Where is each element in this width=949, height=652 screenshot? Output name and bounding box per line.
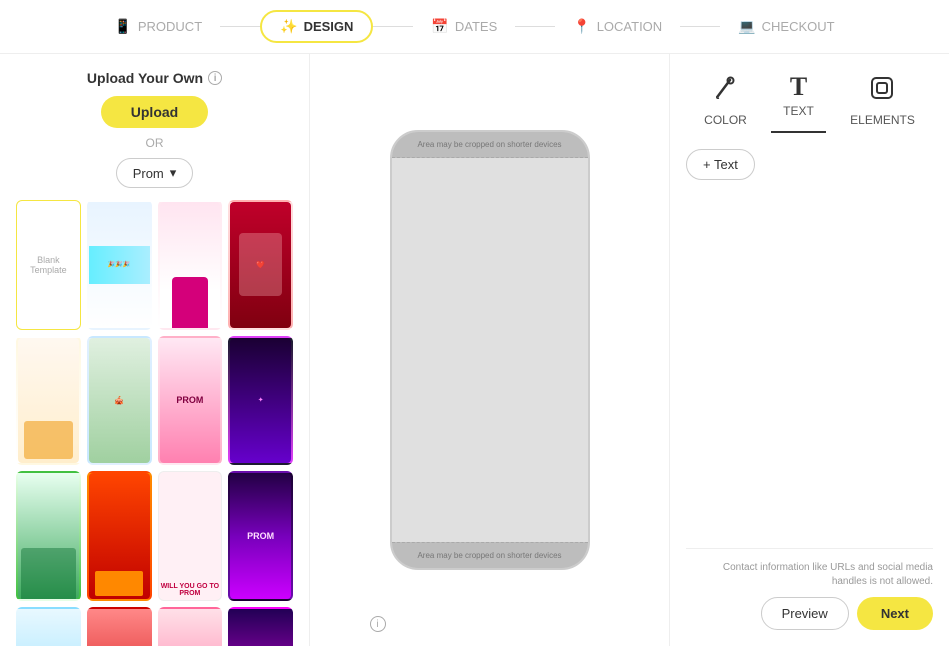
template-item[interactable]: [158, 607, 223, 647]
nav-connector-2: [373, 26, 413, 27]
crop-bottom-message: Area may be cropped on shorter devices: [392, 542, 588, 568]
template-item[interactable]: 🎉🎉🎉: [87, 200, 152, 330]
add-text-button[interactable]: + Text: [686, 149, 755, 180]
template-item[interactable]: [16, 471, 81, 601]
info-icon[interactable]: i: [370, 616, 386, 632]
tab-text[interactable]: T TEXT: [771, 70, 826, 133]
nav-step-dates[interactable]: 📅 DATES: [413, 12, 515, 41]
bottom-actions: Contact information like URLs and social…: [686, 548, 933, 630]
text-label: TEXT: [783, 104, 814, 118]
nav-connector-4: [680, 26, 720, 27]
template-item[interactable]: 🌟: [228, 607, 293, 647]
checkout-label: CHECKOUT: [762, 19, 835, 34]
or-text: OR: [16, 136, 293, 150]
preview-button[interactable]: Preview: [761, 597, 849, 630]
template-item[interactable]: [158, 200, 223, 330]
checkout-icon: 💻: [738, 18, 755, 35]
location-icon: 📍: [573, 18, 590, 35]
nav-connector-3: [515, 26, 555, 27]
dates-icon: 📅: [431, 18, 448, 35]
disclaimer-text: Contact information like URLs and social…: [686, 561, 933, 589]
template-item[interactable]: PROM: [228, 471, 293, 601]
design-label: DESIGN: [304, 19, 354, 34]
spacer: [686, 180, 933, 548]
main-layout: Upload Your Own i Upload OR Prom ▾ Blank…: [0, 54, 949, 646]
blank-template-label: Blank Template: [30, 255, 67, 275]
template-item[interactable]: [87, 607, 152, 647]
template-blank[interactable]: Blank Template: [16, 200, 81, 330]
nav-step-design[interactable]: ✨ DESIGN: [260, 10, 373, 43]
template-item[interactable]: WILL YOU GO TO PROM: [158, 471, 223, 601]
color-icon: [712, 74, 740, 109]
nav-connector-1: [220, 26, 260, 27]
next-button[interactable]: Next: [857, 597, 933, 630]
category-dropdown[interactable]: Prom ▾: [116, 158, 194, 188]
template-grid: Blank Template 🎉🎉🎉 ❤️: [16, 200, 293, 646]
tab-color[interactable]: COLOR: [692, 70, 759, 133]
product-label: PRODUCT: [138, 19, 202, 34]
template-item[interactable]: PROM: [158, 336, 223, 466]
center-panel: Area may be cropped on shorter devices A…: [310, 54, 669, 646]
nav-step-location[interactable]: 📍 LOCATION: [555, 12, 680, 41]
crop-top-message: Area may be cropped on shorter devices: [392, 132, 588, 158]
chevron-down-icon: ▾: [170, 165, 177, 181]
color-label: COLOR: [704, 113, 747, 127]
category-label: Prom: [133, 166, 164, 181]
action-buttons: Preview Next: [686, 597, 933, 630]
phone-preview: Area may be cropped on shorter devices A…: [390, 130, 590, 570]
phone-content-area: [392, 158, 588, 542]
upload-info-icon[interactable]: i: [208, 71, 222, 85]
elements-icon: [868, 74, 896, 109]
location-label: LOCATION: [597, 19, 663, 34]
template-item[interactable]: [16, 336, 81, 466]
tool-tabs: COLOR T TEXT ELEMENTS: [686, 70, 933, 133]
design-icon: ✨: [280, 18, 297, 35]
right-panel: COLOR T TEXT ELEMENTS + Text Contact inf…: [669, 54, 949, 646]
left-panel: Upload Your Own i Upload OR Prom ▾ Blank…: [0, 54, 310, 646]
product-icon: 📱: [114, 18, 131, 35]
template-item[interactable]: 🎪: [87, 336, 152, 466]
text-icon: T: [790, 74, 807, 100]
upload-title: Upload Your Own i: [16, 70, 293, 86]
template-item[interactable]: [87, 471, 152, 601]
template-item[interactable]: ✦✦✦: [16, 607, 81, 647]
template-item[interactable]: ❤️: [228, 200, 293, 330]
tab-elements[interactable]: ELEMENTS: [838, 70, 927, 133]
elements-label: ELEMENTS: [850, 113, 915, 127]
upload-section: Upload Your Own i Upload OR Prom ▾: [16, 70, 293, 188]
upload-button[interactable]: Upload: [101, 96, 208, 128]
nav-step-checkout[interactable]: 💻 CHECKOUT: [720, 12, 852, 41]
nav-step-product[interactable]: 📱 PRODUCT: [96, 12, 220, 41]
top-navigation: 📱 PRODUCT ✨ DESIGN 📅 DATES 📍 LOCATION 💻 …: [0, 0, 949, 54]
template-item[interactable]: ✦: [228, 336, 293, 466]
dates-label: DATES: [455, 19, 497, 34]
